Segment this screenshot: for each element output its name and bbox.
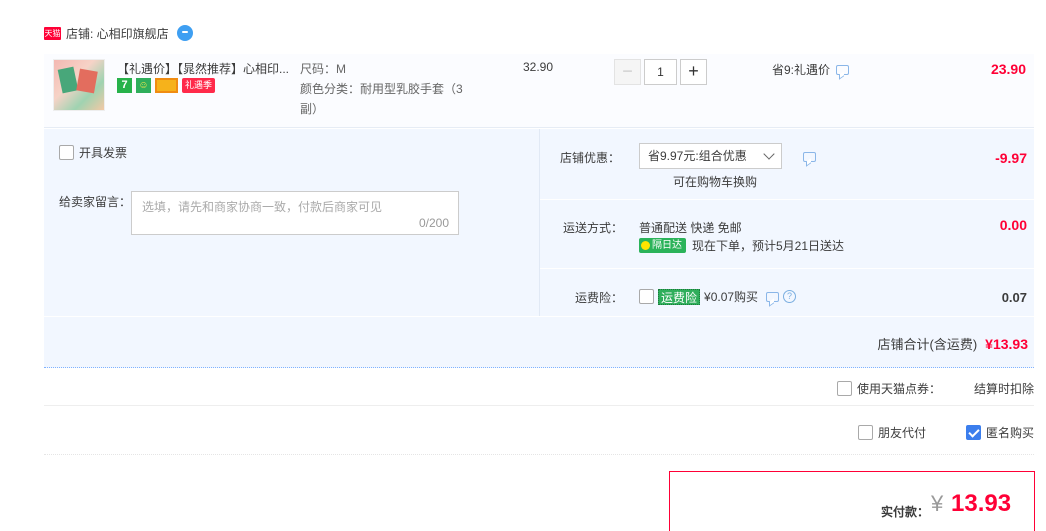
credit-card-icon [155,78,178,93]
shop-subtotal: 店铺合计(含运费) ¥13.93 [878,334,1029,353]
shop-discount-value: 省9.97元:组合优惠 [648,149,747,163]
chevron-down-icon [763,148,775,160]
tmall-icon: 天猫 [44,26,61,40]
quantity-stepper: − 1 + [614,59,707,85]
shop-header: 天猫 店铺: 心相印旗舰店 [44,24,193,42]
insurance-tag: 运费险 [658,288,701,305]
promo-price-text: 省9:礼遇价 [772,63,831,77]
comment-icon[interactable] [836,64,850,75]
discount-note: 可在购物车换购 [673,175,758,189]
gift-season-badge: 礼遇季 [182,78,216,93]
currency-symbol: ¥ [931,491,944,516]
final-payment-amount: 13.93 [951,490,1012,517]
memo-char-count: 0/200 [418,216,449,230]
friend-pay-checkbox[interactable] [858,425,873,440]
points-label: 使用天猫点券： [856,382,941,396]
shop-name-link[interactable]: 店铺: 心相印旗舰店 [66,25,169,42]
shipping-label: 运送方式： [562,221,623,235]
comment-icon[interactable] [803,152,816,162]
invoice-option[interactable]: 开具发票 [59,144,127,161]
insurance-option: 运费险 ¥0.07购买 ? [639,288,797,305]
final-payment-label: 实付款： [881,505,930,519]
next-day-text: 隔日达 [652,240,682,251]
quantity-input[interactable]: 1 [644,59,677,85]
lightning-icon [641,241,650,250]
item-subtotal: 23.90 [990,61,1026,77]
tmall-points-option: 使用天猫点券： 结算时扣除 [836,380,1034,397]
anonymous-label: 匿名购买 [986,426,1035,440]
unit-price: 32.90 [523,60,554,74]
divider [540,268,1034,269]
insurance-price: ¥0.07购买 [704,290,759,304]
divider [44,316,1034,317]
insurance-label: 运费险： [574,291,623,305]
anonymous-purchase-option[interactable]: 匿名购买 [966,424,1034,441]
divider [540,199,1034,200]
help-icon[interactable]: ? [783,290,797,303]
shop-discount-label: 店铺优惠： [559,151,620,165]
product-badges: 7 ☺ 礼遇季 [117,78,216,93]
invoice-label: 开具发票 [79,146,128,160]
guarantee-icon: ☺ [136,78,151,93]
shipping-eta-row: 隔日达 现在下单，预计5月21日送达 [639,237,844,254]
sku-size: 尺码：M [300,62,346,76]
shop-discount-select[interactable]: 省9.97元:组合优惠 [639,143,782,169]
seller-memo-textarea[interactable]: 选填，请先和商家协商一致，付款后商家可见 0/200 [131,191,459,235]
invoice-checkbox[interactable] [59,145,74,160]
decrease-quantity-button[interactable]: − [614,59,641,85]
insurance-amount: 0.07 [1001,290,1027,305]
memo-label: 给卖家留言： [59,195,132,209]
product-title-link[interactable]: 【礼遇价】【晁然推荐】心相印... [117,60,289,77]
points-deduct-note: 结算时扣除 [973,382,1034,396]
friend-pay-label: 朋友代付 [878,426,927,440]
shipping-eta: 现在下单，预计5月21日送达 [692,239,845,253]
shipping-amount: 0.00 [999,217,1027,233]
increase-quantity-button[interactable]: + [680,59,707,85]
promo-price-label: 省9:礼遇价 [772,61,850,78]
next-day-badge: 隔日达 [639,238,686,253]
shop-subtotal-amount: ¥13.93 [985,336,1028,352]
seven-day-return-icon: 7 [117,78,132,93]
discount-amount: -9.97 [995,150,1027,166]
memo-placeholder: 选填，请先和商家协商一致，付款后商家可见 [142,200,383,214]
product-thumbnail[interactable] [53,59,105,111]
shop-subtotal-label: 店铺合计(含运费) [877,337,978,352]
wangwang-chat-icon[interactable] [176,25,193,41]
comment-icon[interactable] [766,291,780,302]
shipping-method: 普通配送 快递 免邮 [639,221,742,235]
friend-pay-option[interactable]: 朋友代付 [858,424,926,441]
points-checkbox[interactable] [836,381,852,396]
anonymous-checkbox[interactable] [966,425,981,440]
sku-color: 颜色分类：耐用型乳胶手套（3副） [300,82,463,116]
insurance-checkbox[interactable] [639,289,654,304]
